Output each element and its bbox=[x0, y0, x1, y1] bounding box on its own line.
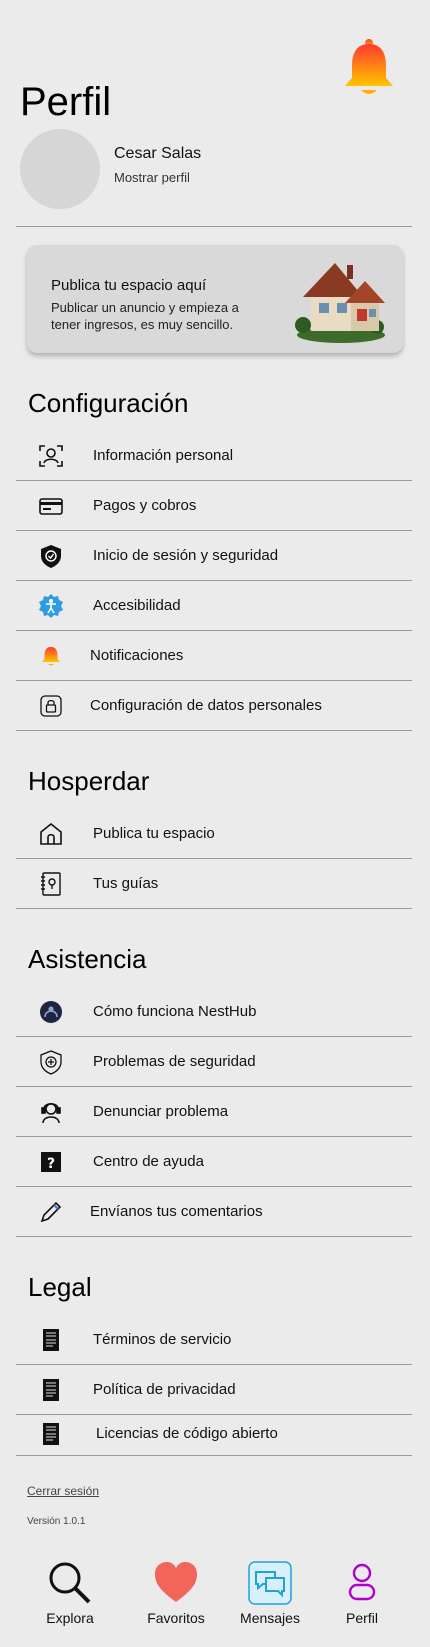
bell-icon bbox=[40, 643, 66, 669]
credit-card-icon bbox=[38, 493, 64, 519]
section-title-support: Asistencia bbox=[28, 944, 147, 974]
nav-messages[interactable]: Mensajes bbox=[236, 1560, 304, 1640]
nav-label: Perfil bbox=[346, 1610, 378, 1626]
settings-item-label: Inicio de sesión y seguridad bbox=[93, 547, 279, 564]
settings-item-label: Configuración de datos personales bbox=[90, 697, 322, 714]
section-title-legal: Legal bbox=[28, 1272, 92, 1302]
legal-item-privacy[interactable]: Política de privacidad bbox=[16, 1365, 412, 1415]
nav-label: Mensajes bbox=[240, 1610, 300, 1626]
nav-profile[interactable]: Perfil bbox=[334, 1560, 390, 1640]
svg-text:?: ? bbox=[47, 1156, 55, 1172]
legal-item-label: Términos de servicio bbox=[93, 1331, 232, 1348]
support-agent-icon bbox=[38, 1099, 64, 1125]
page-title: Perfil bbox=[20, 80, 112, 124]
settings-item-notifications[interactable]: Notificaciones bbox=[16, 631, 412, 681]
pencil-icon bbox=[38, 1199, 64, 1225]
settings-item-label: Accesibilidad bbox=[93, 597, 181, 614]
security-shield-icon bbox=[38, 1049, 64, 1075]
promo-description: Publicar un anuncio y empieza a tener in… bbox=[51, 300, 239, 332]
settings-item-personal-data[interactable]: Configuración de datos personales bbox=[16, 681, 412, 731]
search-icon bbox=[36, 1560, 104, 1606]
version-text: Versión 1.0.1 bbox=[27, 1516, 86, 1527]
support-item-feedback[interactable]: Envíanos tus comentarios bbox=[16, 1187, 412, 1237]
settings-item-label: Notificaciones bbox=[90, 647, 184, 664]
home-icon bbox=[38, 821, 64, 847]
settings-item-login-security[interactable]: Inicio de sesión y seguridad bbox=[16, 531, 412, 581]
nesthub-icon bbox=[38, 999, 64, 1025]
promo-card[interactable]: Publica tu espacio aquí Publicar un anun… bbox=[27, 245, 403, 353]
host-item-label: Publica tu espacio bbox=[93, 825, 215, 842]
heart-icon bbox=[140, 1560, 212, 1606]
legal-item-label: Política de privacidad bbox=[93, 1381, 236, 1398]
nav-favorites[interactable]: Favoritos bbox=[140, 1560, 212, 1640]
help-icon: ? bbox=[38, 1149, 64, 1175]
section-title-host: Hosperdar bbox=[28, 766, 150, 796]
host-item-guides[interactable]: Tus guías bbox=[16, 859, 412, 909]
nav-explore[interactable]: Explora bbox=[36, 1560, 104, 1640]
settings-item-payments[interactable]: Pagos y cobros bbox=[16, 481, 412, 531]
legal-item-licenses[interactable]: Licencias de código abierto bbox=[16, 1411, 412, 1456]
lock-icon bbox=[38, 693, 64, 719]
shield-check-icon bbox=[38, 543, 64, 569]
support-item-label: Problemas de seguridad bbox=[93, 1053, 256, 1070]
notifications-bell-icon[interactable] bbox=[342, 38, 396, 98]
support-item-report-problem[interactable]: Denunciar problema bbox=[16, 1087, 412, 1137]
settings-item-personal-info[interactable]: Información personal bbox=[16, 431, 412, 481]
nav-label: Favoritos bbox=[147, 1610, 205, 1626]
guide-book-icon bbox=[38, 871, 64, 897]
legal-item-terms[interactable]: Términos de servicio bbox=[16, 1315, 412, 1365]
user-name: Cesar Salas bbox=[114, 145, 202, 162]
support-item-label: Centro de ayuda bbox=[93, 1153, 204, 1170]
document-icon bbox=[38, 1421, 64, 1447]
support-item-label: Cómo funciona NestHub bbox=[93, 1003, 257, 1020]
support-item-how-it-works[interactable]: Cómo funciona NestHub bbox=[16, 987, 412, 1037]
avatar[interactable] bbox=[20, 129, 100, 209]
user-id-icon bbox=[38, 443, 64, 469]
chat-icon bbox=[236, 1560, 304, 1606]
legal-item-label: Licencias de código abierto bbox=[96, 1425, 278, 1442]
section-title-config: Configuración bbox=[28, 388, 189, 418]
user-icon bbox=[334, 1560, 390, 1606]
divider bbox=[16, 226, 412, 227]
host-item-label: Tus guías bbox=[93, 875, 159, 892]
document-icon bbox=[38, 1377, 64, 1403]
promo-title: Publica tu espacio aquí bbox=[51, 277, 207, 294]
settings-item-accessibility[interactable]: Accesibilidad bbox=[16, 581, 412, 631]
support-item-label: Envíanos tus comentarios bbox=[90, 1203, 263, 1220]
show-profile-link[interactable]: Mostrar perfil bbox=[114, 170, 190, 185]
house-icon bbox=[289, 253, 389, 345]
logout-link[interactable]: Cerrar sesión bbox=[27, 1484, 99, 1498]
settings-item-label: Pagos y cobros bbox=[93, 497, 197, 514]
host-item-publish[interactable]: Publica tu espacio bbox=[16, 809, 412, 859]
accessibility-icon bbox=[38, 593, 64, 619]
support-item-help-center[interactable]: ? Centro de ayuda bbox=[16, 1137, 412, 1187]
document-icon bbox=[38, 1327, 64, 1353]
nav-label: Explora bbox=[46, 1610, 94, 1626]
settings-item-label: Información personal bbox=[93, 447, 234, 464]
support-item-label: Denunciar problema bbox=[93, 1103, 229, 1120]
support-item-security-problems[interactable]: Problemas de seguridad bbox=[16, 1037, 412, 1087]
